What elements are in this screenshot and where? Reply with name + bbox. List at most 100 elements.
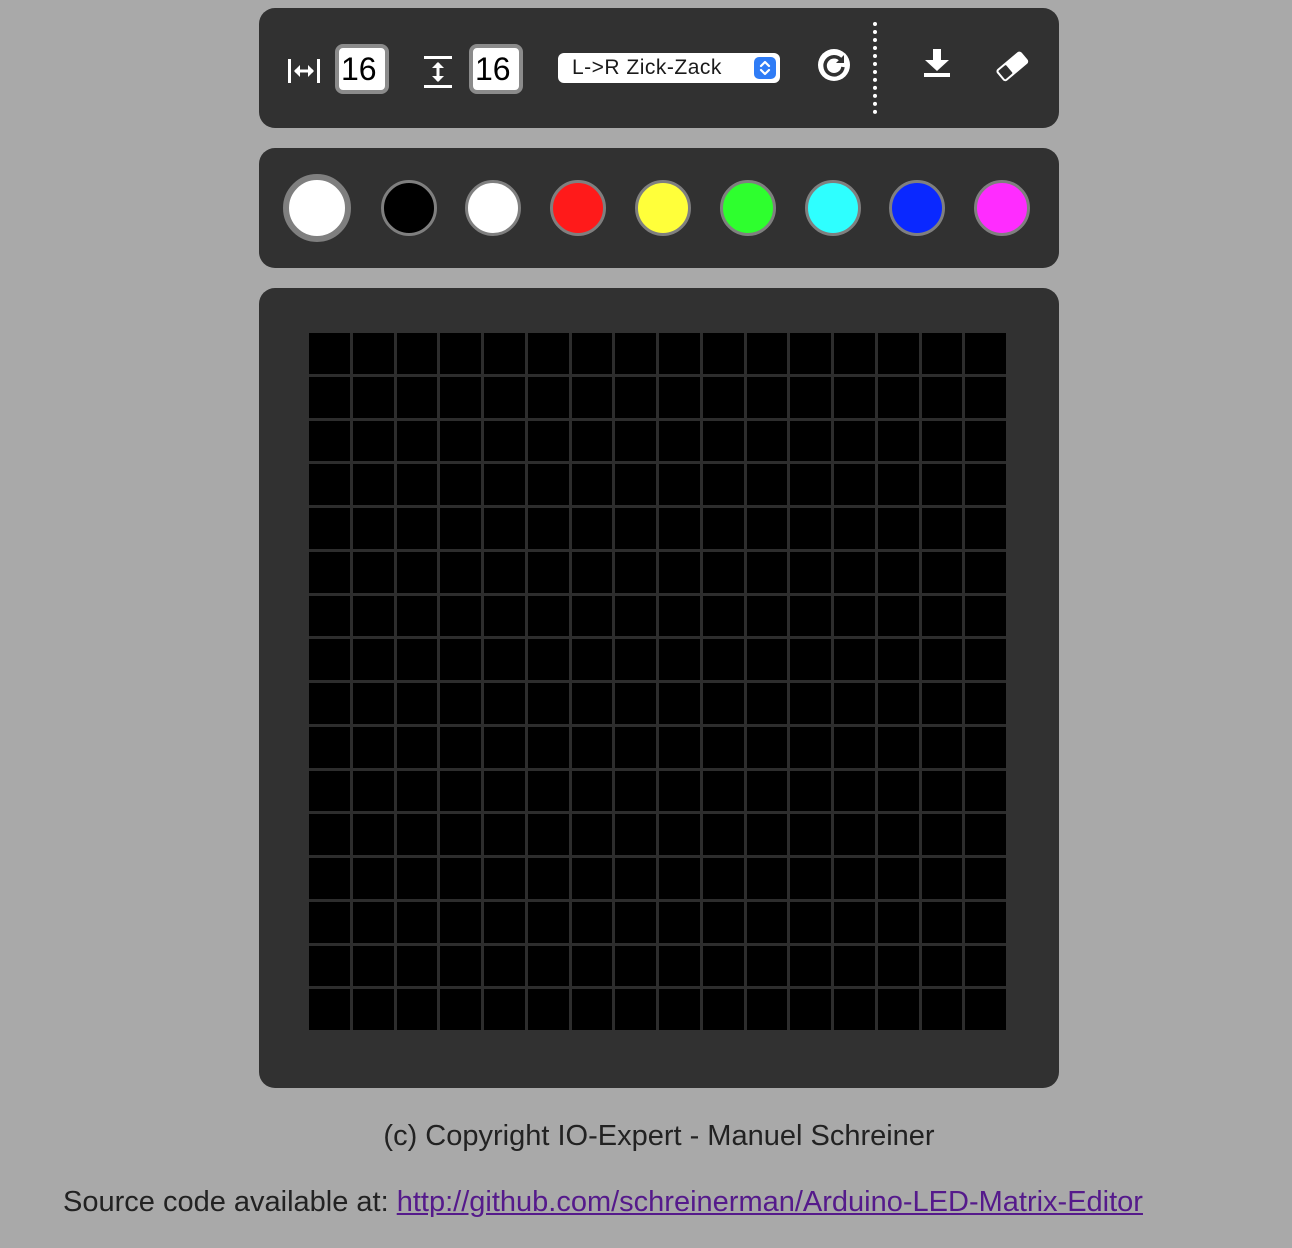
- led-cell[interactable]: [746, 901, 788, 943]
- led-cell[interactable]: [965, 989, 1006, 1030]
- led-cell[interactable]: [965, 945, 1006, 987]
- led-cell[interactable]: [396, 945, 438, 987]
- led-cell[interactable]: [746, 945, 788, 987]
- led-cell[interactable]: [790, 726, 831, 768]
- led-cell[interactable]: [440, 726, 481, 768]
- led-cell[interactable]: [790, 814, 831, 855]
- led-cell[interactable]: [352, 420, 394, 462]
- led-cell[interactable]: [834, 508, 875, 549]
- led-cell[interactable]: [571, 551, 613, 593]
- led-cell[interactable]: [659, 639, 700, 680]
- led-cell[interactable]: [309, 814, 350, 855]
- led-cell[interactable]: [877, 726, 919, 768]
- color-swatch[interactable]: [635, 180, 691, 236]
- led-cell[interactable]: [702, 639, 744, 680]
- led-cell[interactable]: [877, 420, 919, 462]
- color-swatch[interactable]: [720, 180, 776, 236]
- led-cell[interactable]: [527, 858, 569, 899]
- led-cell[interactable]: [527, 901, 569, 943]
- led-cell[interactable]: [746, 858, 788, 899]
- led-cell[interactable]: [527, 595, 569, 637]
- led-cell[interactable]: [440, 770, 481, 812]
- led-cell[interactable]: [702, 595, 744, 637]
- led-cell[interactable]: [352, 683, 394, 724]
- led-cell[interactable]: [571, 639, 613, 680]
- led-cell[interactable]: [484, 726, 525, 768]
- led-cell[interactable]: [440, 508, 481, 549]
- led-cell[interactable]: [965, 858, 1006, 899]
- led-cell[interactable]: [834, 901, 875, 943]
- led-cell[interactable]: [965, 639, 1006, 680]
- color-swatch[interactable]: [805, 180, 861, 236]
- led-cell[interactable]: [484, 770, 525, 812]
- led-cell[interactable]: [396, 551, 438, 593]
- led-cell[interactable]: [659, 508, 700, 549]
- led-cell[interactable]: [352, 945, 394, 987]
- led-cell[interactable]: [352, 901, 394, 943]
- led-cell[interactable]: [921, 639, 963, 680]
- led-cell[interactable]: [834, 770, 875, 812]
- led-cell[interactable]: [877, 901, 919, 943]
- led-cell[interactable]: [659, 770, 700, 812]
- led-cell[interactable]: [877, 333, 919, 374]
- led-cell[interactable]: [965, 770, 1006, 812]
- led-cell[interactable]: [309, 508, 350, 549]
- led-cell[interactable]: [571, 945, 613, 987]
- led-cell[interactable]: [921, 420, 963, 462]
- led-cell[interactable]: [527, 508, 569, 549]
- led-cell[interactable]: [615, 683, 656, 724]
- led-cell[interactable]: [396, 814, 438, 855]
- led-cell[interactable]: [527, 420, 569, 462]
- led-cell[interactable]: [790, 376, 831, 418]
- led-cell[interactable]: [746, 683, 788, 724]
- led-cell[interactable]: [965, 464, 1006, 505]
- led-cell[interactable]: [484, 333, 525, 374]
- eraser-icon[interactable]: [994, 50, 1030, 87]
- led-cell[interactable]: [352, 814, 394, 855]
- led-cell[interactable]: [659, 901, 700, 943]
- led-cell[interactable]: [834, 945, 875, 987]
- led-cell[interactable]: [527, 770, 569, 812]
- led-cell[interactable]: [484, 508, 525, 549]
- led-cell[interactable]: [615, 726, 656, 768]
- led-cell[interactable]: [877, 508, 919, 549]
- led-cell[interactable]: [746, 464, 788, 505]
- led-cell[interactable]: [702, 508, 744, 549]
- led-cell[interactable]: [659, 814, 700, 855]
- led-cell[interactable]: [877, 989, 919, 1030]
- led-cell[interactable]: [921, 508, 963, 549]
- led-cell[interactable]: [834, 726, 875, 768]
- led-cell[interactable]: [702, 989, 744, 1030]
- led-cell[interactable]: [484, 639, 525, 680]
- led-cell[interactable]: [834, 464, 875, 505]
- led-cell[interactable]: [834, 333, 875, 374]
- led-cell[interactable]: [790, 989, 831, 1030]
- led-cell[interactable]: [921, 726, 963, 768]
- led-cell[interactable]: [352, 989, 394, 1030]
- led-cell[interactable]: [484, 683, 525, 724]
- led-cell[interactable]: [746, 814, 788, 855]
- led-cell[interactable]: [484, 989, 525, 1030]
- led-cell[interactable]: [746, 770, 788, 812]
- led-cell[interactable]: [527, 639, 569, 680]
- led-cell[interactable]: [965, 683, 1006, 724]
- led-cell[interactable]: [309, 333, 350, 374]
- led-cell[interactable]: [834, 420, 875, 462]
- led-cell[interactable]: [659, 858, 700, 899]
- led-cell[interactable]: [484, 901, 525, 943]
- led-cell[interactable]: [615, 464, 656, 505]
- color-swatch[interactable]: [381, 180, 437, 236]
- led-cell[interactable]: [921, 683, 963, 724]
- led-cell[interactable]: [834, 639, 875, 680]
- refresh-icon[interactable]: [817, 48, 851, 87]
- led-cell[interactable]: [440, 683, 481, 724]
- led-cell[interactable]: [746, 333, 788, 374]
- led-cell[interactable]: [746, 595, 788, 637]
- led-cell[interactable]: [309, 901, 350, 943]
- led-cell[interactable]: [702, 420, 744, 462]
- led-cell[interactable]: [615, 508, 656, 549]
- led-cell[interactable]: [790, 858, 831, 899]
- led-cell[interactable]: [790, 945, 831, 987]
- led-cell[interactable]: [877, 376, 919, 418]
- color-swatch[interactable]: [974, 180, 1030, 236]
